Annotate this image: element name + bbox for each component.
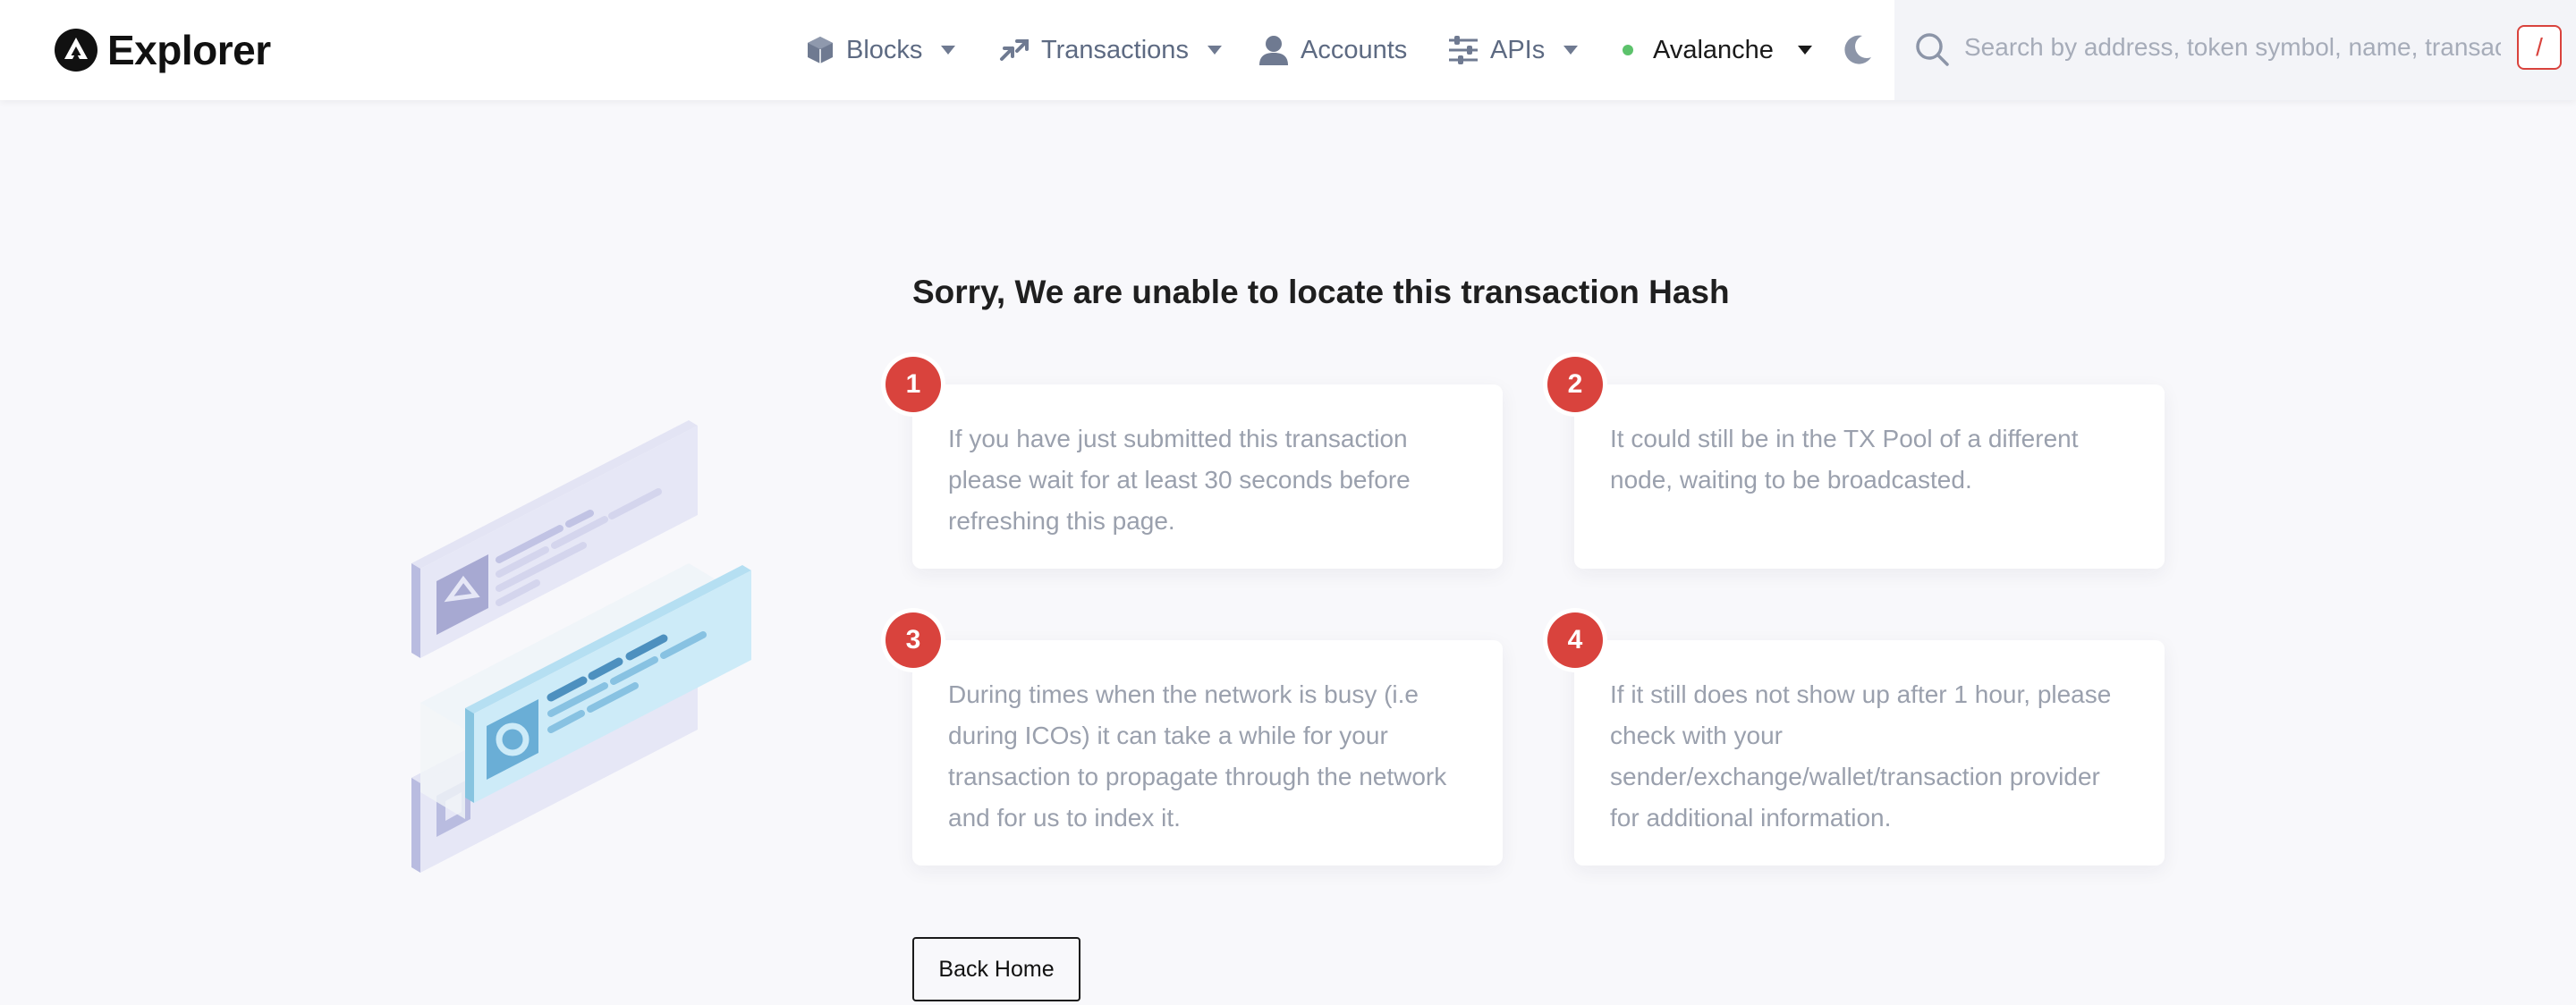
reason-card-2: It could still be in the TX Pool of a di… [1574, 384, 2165, 569]
network-status-dot [1623, 45, 1633, 55]
brand-logo-link[interactable]: Explorer [54, 25, 271, 75]
network-selector[interactable]: Avalanche [1623, 0, 1813, 100]
reason-text-1: If you have just submitted this transact… [948, 425, 1411, 535]
back-home-button[interactable]: Back Home [912, 937, 1080, 1001]
chevron-down-icon [1797, 46, 1812, 55]
reason-text-2: It could still be in the TX Pool of a di… [1610, 425, 2079, 494]
reason-card-1: If you have just submitted this transact… [912, 384, 1503, 569]
search-bar [1894, 0, 2576, 100]
nav-transactions[interactable]: Transactions [998, 0, 1223, 100]
brand-name: Explorer [107, 27, 271, 73]
nav-blocks[interactable]: Blocks [805, 0, 956, 100]
reason-text-4: If it still does not show up after 1 hou… [1610, 680, 2112, 832]
nav-apis-label: APIs [1490, 35, 1546, 64]
cube-icon [805, 35, 835, 65]
dark-mode-toggle-icon[interactable] [1839, 32, 1875, 68]
transaction-not-found-illustration [411, 420, 751, 873]
avalanche-logo-icon [55, 29, 97, 72]
reason-number-badge-1: 1 [886, 357, 941, 412]
chevron-down-icon [1207, 46, 1222, 55]
reason-card-3: During times when the network is busy (i… [912, 640, 1503, 866]
reason-text-3: During times when the network is busy (i… [948, 680, 1447, 832]
nav-accounts-label: Accounts [1301, 35, 1408, 64]
user-icon [1258, 34, 1290, 66]
reason-number-badge-4: 4 [1547, 612, 1603, 668]
nav-blocks-label: Blocks [846, 35, 923, 64]
chevron-down-icon [1563, 46, 1579, 55]
search-shortcut-key: / [2517, 25, 2562, 70]
page-title: Sorry, We are unable to locate this tran… [912, 274, 1730, 310]
reason-card-4: If it still does not show up after 1 hou… [1574, 640, 2165, 866]
nav-apis[interactable]: APIs [1447, 0, 1579, 100]
sliders-icon [1447, 34, 1479, 66]
search-input[interactable] [1964, 23, 2501, 72]
network-name: Avalanche [1653, 35, 1774, 64]
nav-transactions-label: Transactions [1041, 35, 1189, 64]
arrows-exchange-icon [998, 34, 1030, 66]
reason-number-badge-3: 3 [886, 612, 941, 668]
chevron-down-icon [941, 46, 956, 55]
search-icon [1916, 33, 1949, 66]
nav-accounts[interactable]: Accounts [1258, 0, 1407, 100]
reason-number-badge-2: 2 [1547, 357, 1603, 412]
top-navbar: Explorer Blocks Transactions Accounts AP… [0, 0, 2576, 100]
